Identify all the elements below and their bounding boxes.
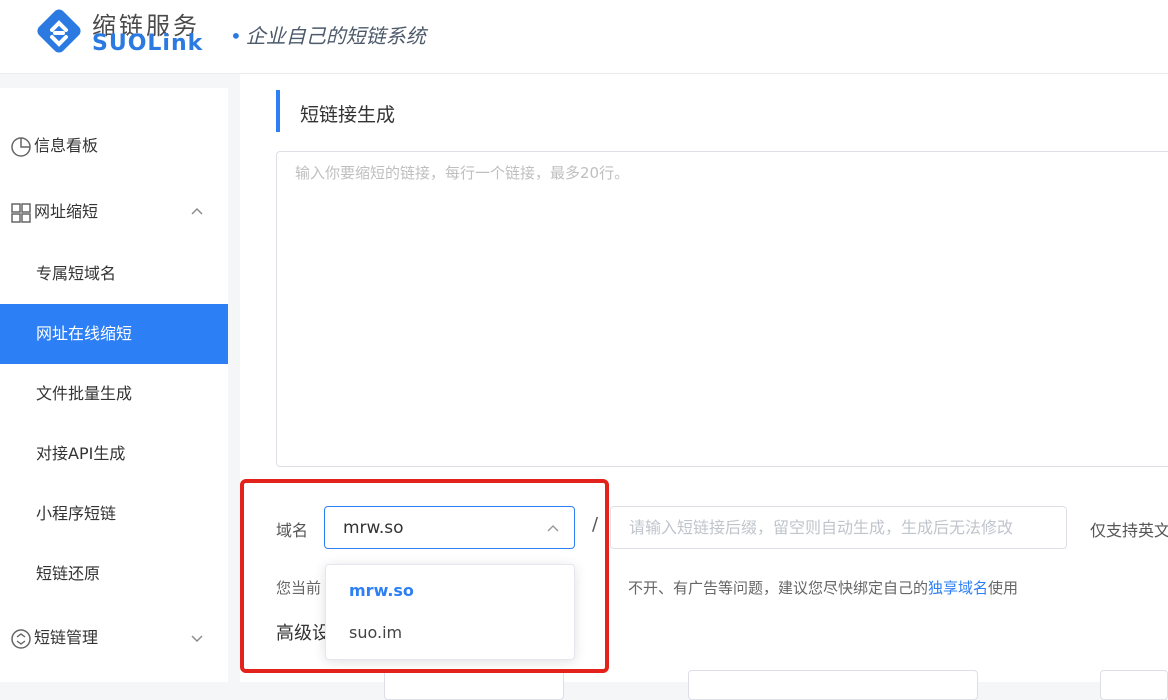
link-manage-icon [11, 629, 31, 649]
suffix-hint: 仅支持英文 [1090, 521, 1168, 540]
title-accent-bar [276, 90, 280, 132]
notice-start: 您当前 [276, 579, 322, 597]
notice-mid: 不开、有广告等问题，建议您尽快绑定自己的独享域名使用 [628, 577, 1018, 598]
sidebar-item-label: 网址缩短 [34, 202, 99, 221]
slogan-dot: • [230, 24, 242, 48]
sidebar-item-label: 专属短域名 [36, 264, 117, 283]
advanced-field[interactable] [688, 670, 978, 700]
sidebar-item-label: 文件批量生成 [36, 384, 133, 403]
sidebar-item-label: 短链还原 [36, 564, 101, 583]
sidebar-item-link-manage[interactable]: 短链管理 [0, 608, 228, 668]
brand-name-en: SUOLink [92, 31, 204, 56]
notice-end: 使用 [988, 579, 1019, 597]
sidebar-subitem-restore[interactable]: 短链还原 [0, 544, 228, 604]
advanced-field[interactable] [1100, 670, 1168, 700]
sidebar-item-label: 网址在线缩短 [36, 324, 133, 343]
path-separator: / [592, 514, 599, 535]
domain-option[interactable]: mrw.so [326, 570, 574, 612]
domain-label: 域名 [276, 521, 309, 540]
chevron-up-icon [191, 208, 203, 215]
sidebar-item-dashboard[interactable]: 信息看板 [0, 116, 228, 176]
exclusive-domain-link[interactable]: 独享域名 [928, 579, 988, 597]
brand-slogan: • 企业自己的短链系统 [230, 20, 426, 49]
sidebar-item-url-shorten[interactable]: 网址缩短 [0, 182, 228, 242]
domain-option[interactable]: suo.im [326, 612, 574, 654]
sidebar-nav: 信息看板 网址缩短 专属短域名 网址在线缩短 文件批量生成 对接API生成 小程… [0, 88, 228, 682]
suffix-input[interactable] [610, 506, 1067, 549]
app-header: 缩链服务 SUOLink • 企业自己的短链系统 [0, 0, 1168, 74]
slogan-text: 企业自己的短链系统 [245, 24, 426, 48]
sidebar-item-label: 信息看板 [34, 136, 99, 155]
chevron-down-icon [191, 635, 203, 642]
suolink-logo-icon[interactable] [34, 6, 86, 58]
advanced-settings-title: 高级设 [276, 623, 330, 644]
sidebar-subitem-api[interactable]: 对接API生成 [0, 424, 228, 484]
sidebar-subitem-file-batch[interactable]: 文件批量生成 [0, 364, 228, 424]
domain-dropdown: mrw.so suo.im [325, 564, 575, 660]
links-textarea[interactable] [276, 151, 1168, 467]
page-title: 短链接生成 [300, 104, 396, 126]
domain-select-value: mrw.so [343, 518, 404, 538]
notice-mid-text: 不开、有广告等问题，建议您尽快绑定自己的 [628, 579, 929, 597]
grid-apps-icon [11, 203, 31, 223]
sidebar-subitem-miniprogram[interactable]: 小程序短链 [0, 484, 228, 544]
advanced-field[interactable] [384, 670, 564, 700]
dashboard-pie-icon [11, 137, 31, 157]
domain-notice: 您当前 不开、有广告等问题，建议您尽快绑定自己的独享域名使用 [276, 577, 1018, 598]
chevron-up-icon [547, 525, 559, 532]
sidebar-subitem-exclusive-domain[interactable]: 专属短域名 [0, 244, 228, 304]
sidebar-subitem-online-shorten[interactable]: 网址在线缩短 [0, 304, 228, 364]
domain-select[interactable]: mrw.so [324, 506, 575, 549]
sidebar-item-label: 对接API生成 [36, 444, 126, 463]
sidebar-item-label: 短链管理 [34, 628, 99, 647]
sidebar-item-label: 小程序短链 [36, 504, 117, 523]
